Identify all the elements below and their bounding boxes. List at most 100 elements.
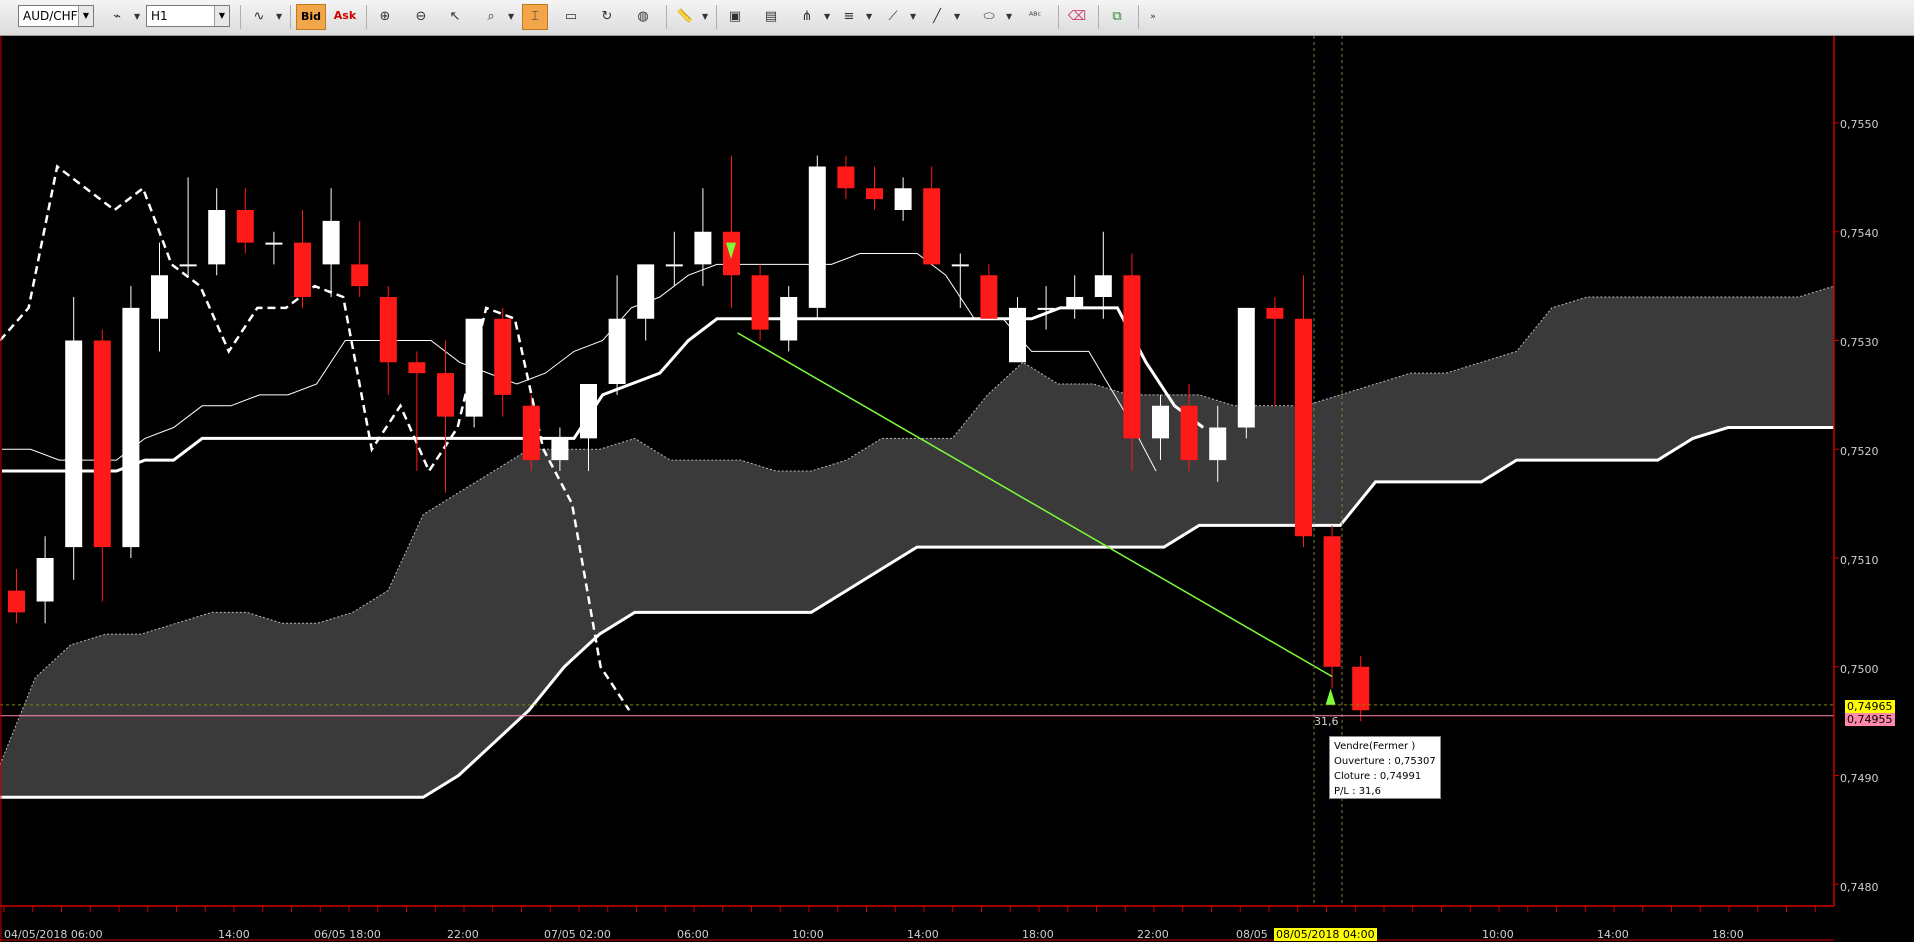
zoom-out-icon[interactable]: ⊖	[408, 4, 434, 30]
time-tick: 06:00	[677, 928, 709, 941]
network-icon[interactable]: ⧉	[1104, 4, 1130, 30]
bull-candle	[1037, 307, 1055, 310]
bear-candle	[379, 297, 397, 363]
bull-candle	[151, 275, 168, 319]
time-tick: 10:00	[1482, 928, 1514, 941]
more-icon[interactable]: »	[1140, 4, 1166, 30]
bull-candle	[1152, 405, 1169, 439]
ruler-icon[interactable]: 📏	[672, 4, 698, 30]
toolbar: AUD/CHF ▼ ⌁ ▼ H1 ▼ ∿ ▼ Bid Ask ⊕ ⊖ ↖ ⌕ ▼…	[0, 0, 1914, 36]
ask-button[interactable]: Ask	[330, 4, 360, 30]
chevron-down-icon[interactable]: ▼	[954, 12, 960, 21]
bull-candle	[179, 264, 197, 267]
bear-candle	[837, 166, 855, 189]
chart-window-icon[interactable]: ▭	[558, 4, 584, 30]
bull-candle	[65, 340, 83, 548]
bull-candle	[694, 231, 712, 265]
price-tick: 0,7520	[1840, 445, 1879, 458]
bear-candle	[93, 340, 111, 548]
bull-candle	[951, 264, 969, 267]
horizontal-lines-icon[interactable]: ≡	[836, 4, 862, 30]
fan-lines-icon[interactable]: ⟋	[880, 4, 906, 30]
layers-icon[interactable]: ▤	[758, 4, 784, 30]
timeframe-select[interactable]: H1 ▼	[146, 5, 230, 27]
chevron-down-icon[interactable]: ▼	[702, 12, 708, 21]
chevron-down-icon[interactable]: ▼	[78, 6, 93, 26]
time-tick: 22:00	[1137, 928, 1169, 941]
symbol-value: AUD/CHF	[23, 9, 78, 23]
bull-candle	[122, 307, 140, 548]
bull-candle	[1094, 275, 1112, 297]
chevron-down-icon[interactable]: ▼	[134, 12, 140, 21]
bull-candle	[580, 384, 597, 439]
bear-candle	[1323, 536, 1341, 667]
bear-candle	[437, 373, 454, 417]
chevron-down-icon[interactable]: ▼	[276, 12, 282, 21]
time-tick: 18:00	[1022, 928, 1054, 941]
bear-candle	[1352, 666, 1370, 711]
tooltip-close: Cloture : 0,74991	[1334, 771, 1422, 782]
timeframe-value: H1	[151, 9, 168, 23]
bear-candle	[1180, 405, 1198, 461]
toolbar-separator	[1058, 5, 1059, 29]
chevron-down-icon[interactable]: ▼	[910, 12, 916, 21]
chevron-down-icon[interactable]: ▼	[824, 12, 830, 21]
bull-candle	[1009, 307, 1026, 363]
toolbar-separator	[716, 5, 717, 29]
price-tick: 0,7500	[1840, 663, 1879, 676]
bull-candle	[1237, 307, 1255, 428]
bid-price-flag: 0,74955	[1845, 713, 1895, 726]
bear-candle	[1123, 275, 1141, 439]
magnifier-icon[interactable]: ⌕	[478, 4, 504, 30]
time-tick: 18:00	[1712, 928, 1744, 941]
chevron-down-icon[interactable]: ▼	[1006, 12, 1012, 21]
chart-type-icon[interactable]: ∿	[246, 4, 272, 30]
time-tick: 07/05 02:00	[544, 928, 611, 941]
current-price-flag: 0,74965	[1845, 700, 1895, 713]
time-tick: 10:00	[792, 928, 824, 941]
eraser-icon[interactable]: ⌫	[1064, 4, 1090, 30]
time-cursor-label: 08/05/2018 04:00	[1274, 928, 1377, 941]
price-tick: 0,7510	[1840, 554, 1879, 567]
chevron-down-icon[interactable]: ▼	[866, 12, 872, 21]
bear-candle	[980, 275, 998, 319]
chevron-down-icon[interactable]: ▼	[508, 12, 514, 21]
ichimoku-cloud	[0, 286, 1834, 798]
text-tool-icon[interactable]: ᴬᴮᶜ	[1022, 4, 1048, 30]
bull-candle	[808, 166, 826, 308]
zoom-in-icon[interactable]: ⊕	[372, 4, 398, 30]
bear-candle	[866, 188, 883, 200]
trend-line-icon[interactable]: ╱	[924, 4, 950, 30]
crosshair-icon[interactable]: ⌶	[522, 4, 548, 30]
toolbar-separator	[1098, 5, 1099, 29]
bear-candle	[236, 210, 254, 243]
bull-candle	[637, 264, 655, 319]
time-tick: 14:00	[907, 928, 939, 941]
time-tick: 04/05/2018 06:00	[4, 928, 103, 941]
bear-candle	[1295, 318, 1312, 537]
time-tick: 14:00	[218, 928, 250, 941]
chart-area[interactable]: 0,7550 0,7540 0,7530 0,7520 0,7510 0,750…	[0, 36, 1914, 942]
toolbar-separator	[366, 5, 367, 29]
bear-candle	[923, 188, 941, 265]
bear-candle	[751, 275, 769, 330]
chevron-down-icon[interactable]: ▼	[214, 6, 229, 26]
price-chart[interactable]	[0, 36, 1914, 942]
cursor-icon[interactable]: ↖	[442, 4, 468, 30]
time-tick: 14:00	[1597, 928, 1629, 941]
image-icon[interactable]: ▣	[722, 4, 748, 30]
symbol-select[interactable]: AUD/CHF ▼	[18, 5, 94, 27]
bear-candle	[294, 242, 311, 297]
refresh-icon[interactable]: ↻	[594, 4, 620, 30]
ellipse-icon[interactable]: ⬭	[976, 4, 1002, 30]
fibonacci-icon[interactable]: ⋔	[794, 4, 820, 30]
bull-candle	[1209, 427, 1227, 461]
bid-button[interactable]: Bid	[296, 4, 326, 30]
globe-icon[interactable]: ◍	[630, 4, 656, 30]
bear-candle	[351, 264, 369, 287]
bear-candle	[1266, 307, 1284, 319]
indicator-icon[interactable]: ⌁	[104, 4, 130, 30]
bull-candle	[265, 242, 283, 245]
bear-candle	[522, 405, 540, 461]
time-tick: 06/05 18:00	[314, 928, 381, 941]
